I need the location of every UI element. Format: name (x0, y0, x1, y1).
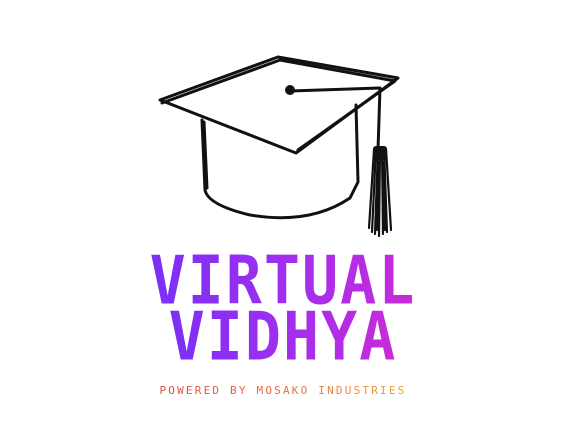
brand-title-line-2: VIDHYA (0, 303, 566, 370)
brand-title-line-2-text: VIDHYA (168, 297, 398, 377)
graduation-cap-icon (150, 50, 410, 245)
logo-canvas: VIRTUAL VIDHYA POWERED BY MOSAKO INDUSTR… (0, 0, 566, 441)
tagline-text: POWERED BY MOSAKO INDUSTRIES (159, 384, 407, 397)
tagline: POWERED BY MOSAKO INDUSTRIES (0, 384, 566, 397)
